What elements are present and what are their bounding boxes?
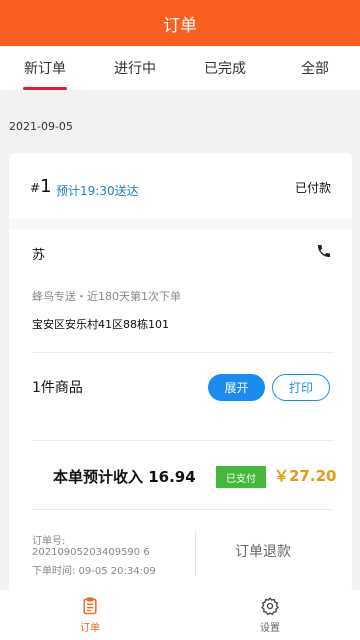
- nav-settings[interactable]: 设置: [180, 590, 360, 640]
- tab-in-progress[interactable]: 进行中: [90, 46, 180, 90]
- payment-status: 已付款: [294, 181, 331, 195]
- order-tabs: 新订单 进行中 已完成 全部: [0, 46, 360, 90]
- divider: [32, 440, 334, 441]
- order-hash: #: [30, 181, 41, 195]
- nav-orders[interactable]: 订单: [0, 590, 180, 640]
- delivery-address: 宝安区安乐村41区88栋101: [32, 318, 169, 331]
- section-divider: [9, 219, 352, 229]
- delivery-eta: 预计19:30送达: [56, 184, 139, 198]
- order-no-value: 20210905203409590 6: [32, 547, 150, 558]
- customer-name: 苏: [32, 248, 46, 263]
- delivery-info: 蜂鸟专送・近180天第1次下单: [32, 290, 181, 303]
- tab-all[interactable]: 全部: [270, 46, 360, 90]
- tab-new-orders[interactable]: 新订单: [0, 46, 90, 90]
- print-button[interactable]: 打印: [272, 374, 330, 401]
- divider: [32, 352, 334, 353]
- order-price: ￥27.20: [274, 467, 337, 485]
- clipboard-icon: [83, 597, 97, 615]
- order-card: #1 预计19:30送达 已付款 苏 蜂鸟专送・近180天第1次下单 宝安区安乐…: [9, 153, 352, 593]
- order-date: 2021-09-05: [9, 120, 73, 133]
- order-time: 下单时间: 09-05 20:34:09: [32, 566, 156, 577]
- expand-button[interactable]: 展开: [208, 374, 265, 401]
- order-card-header: #1 预计19:30送达 已付款: [9, 153, 352, 219]
- order-number: #1: [30, 176, 52, 197]
- page-title: 订单: [163, 15, 197, 36]
- estimated-income: 本单预计收入 16.94: [53, 468, 196, 486]
- phone-icon[interactable]: [316, 243, 332, 259]
- items-count: 1件商品: [32, 380, 83, 396]
- paid-badge: 已支付: [216, 466, 266, 488]
- order-no-label: 订单号:: [32, 536, 66, 547]
- tab-completed[interactable]: 已完成: [180, 46, 270, 90]
- refund-button[interactable]: 订单退款: [196, 541, 330, 561]
- app-header: 订单: [0, 0, 360, 46]
- bottom-nav: 订单 设置: [0, 590, 360, 640]
- nav-settings-label: 设置: [260, 623, 280, 634]
- gear-icon: [261, 597, 279, 616]
- order-number-value: 1: [40, 176, 52, 197]
- nav-orders-label: 订单: [80, 623, 100, 634]
- divider: [32, 509, 334, 510]
